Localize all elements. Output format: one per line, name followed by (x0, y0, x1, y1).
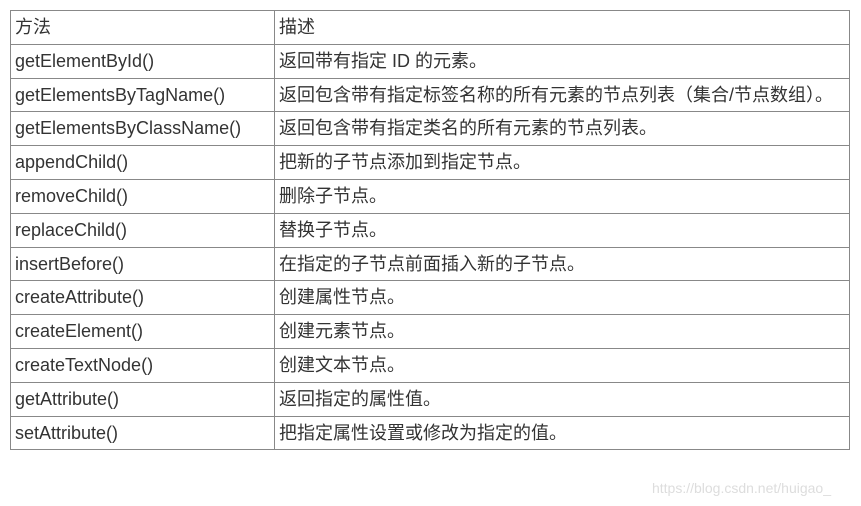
table-row: removeChild() 删除子节点。 (11, 179, 850, 213)
table-row: createTextNode() 创建文本节点。 (11, 348, 850, 382)
header-method: 方法 (11, 11, 275, 45)
desc-cell: 删除子节点。 (275, 179, 850, 213)
method-cell: setAttribute() (11, 416, 275, 450)
desc-cell: 替换子节点。 (275, 213, 850, 247)
desc-cell: 返回包含带有指定类名的所有元素的节点列表。 (275, 112, 850, 146)
method-cell: removeChild() (11, 179, 275, 213)
watermark: https://blog.csdn.net/huigao_ (652, 480, 831, 496)
method-cell: getElementsByTagName() (11, 78, 275, 112)
method-cell: getAttribute() (11, 382, 275, 416)
desc-cell: 把新的子节点添加到指定节点。 (275, 146, 850, 180)
method-cell: getElementById() (11, 44, 275, 78)
table-row: getElementById() 返回带有指定 ID 的元素。 (11, 44, 850, 78)
header-desc: 描述 (275, 11, 850, 45)
methods-table: 方法 描述 getElementById() 返回带有指定 ID 的元素。 ge… (10, 10, 850, 450)
desc-cell: 返回带有指定 ID 的元素。 (275, 44, 850, 78)
method-cell: appendChild() (11, 146, 275, 180)
method-cell: createTextNode() (11, 348, 275, 382)
desc-cell: 把指定属性设置或修改为指定的值。 (275, 416, 850, 450)
table-row: getElementsByTagName() 返回包含带有指定标签名称的所有元素… (11, 78, 850, 112)
desc-cell: 创建文本节点。 (275, 348, 850, 382)
table-row: setAttribute() 把指定属性设置或修改为指定的值。 (11, 416, 850, 450)
method-cell: createAttribute() (11, 281, 275, 315)
table-row: insertBefore() 在指定的子节点前面插入新的子节点。 (11, 247, 850, 281)
desc-cell: 在指定的子节点前面插入新的子节点。 (275, 247, 850, 281)
method-cell: createElement() (11, 315, 275, 349)
desc-cell: 创建属性节点。 (275, 281, 850, 315)
table-row: replaceChild() 替换子节点。 (11, 213, 850, 247)
method-cell: getElementsByClassName() (11, 112, 275, 146)
method-cell: insertBefore() (11, 247, 275, 281)
table-row: getAttribute() 返回指定的属性值。 (11, 382, 850, 416)
table-row: createElement() 创建元素节点。 (11, 315, 850, 349)
method-cell: replaceChild() (11, 213, 275, 247)
desc-cell: 返回指定的属性值。 (275, 382, 850, 416)
desc-cell: 创建元素节点。 (275, 315, 850, 349)
table-row: appendChild() 把新的子节点添加到指定节点。 (11, 146, 850, 180)
table-row: getElementsByClassName() 返回包含带有指定类名的所有元素… (11, 112, 850, 146)
table-row: createAttribute() 创建属性节点。 (11, 281, 850, 315)
table-header-row: 方法 描述 (11, 11, 850, 45)
desc-cell: 返回包含带有指定标签名称的所有元素的节点列表（集合/节点数组）。 (275, 78, 850, 112)
